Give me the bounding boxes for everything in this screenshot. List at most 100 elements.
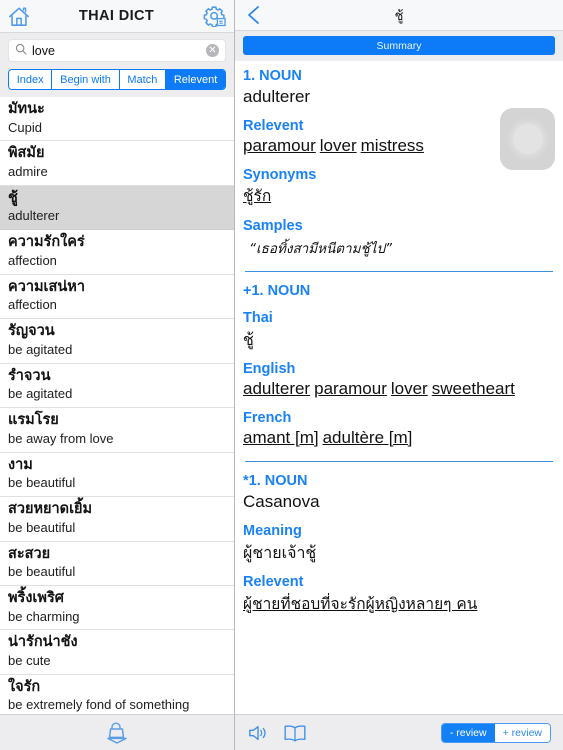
result-english-gloss: be extremely fond of something <box>8 697 190 713</box>
result-thai-word: สวยหยาดเยิ้ม <box>8 501 93 518</box>
entry-detail-pane: ชู้ Summary 1. NOUN adulterer Relevent para… <box>235 0 563 750</box>
entry-headword: Casanova <box>243 492 320 512</box>
segment-begin-with[interactable]: Begin with <box>52 70 120 89</box>
result-row[interactable]: แรมโรย be away from love <box>0 408 234 453</box>
result-row[interactable]: งาม be beautiful <box>0 452 234 498</box>
entry-title: ชู้ <box>394 8 404 24</box>
result-row[interactable]: ความเสน่หา affection <box>0 274 234 320</box>
result-english-gloss: be agitated <box>8 341 73 357</box>
result-thai-word: ความรักใคร่ <box>8 234 85 251</box>
entry-heading: 1. NOUN <box>243 68 302 84</box>
field-link[interactable]: sweetheart <box>432 379 515 398</box>
plus-review-button[interactable]: + review <box>494 723 550 742</box>
gear-icon[interactable] <box>203 5 226 27</box>
field-label: French <box>243 410 292 427</box>
result-thai-word: สะสวย <box>8 545 51 562</box>
result-row[interactable]: ใจรัก be extremely fond of something <box>0 674 234 714</box>
field-label: Meaning <box>243 523 302 540</box>
segment-match[interactable]: Match <box>119 70 167 89</box>
result-row[interactable]: รัญจวน be agitated <box>0 319 234 364</box>
assistive-touch-button[interactable] <box>500 108 555 170</box>
left-toolbar <box>0 714 234 750</box>
field-thai-link[interactable]: ชู้รัก <box>243 185 271 207</box>
result-row[interactable]: ชู้ adulterer <box>0 185 234 231</box>
app-root: THAI DICT love ✕ Index Begin with Match … <box>0 0 563 750</box>
book-icon[interactable] <box>283 723 307 743</box>
speaker-icon[interactable] <box>247 723 269 743</box>
result-english-gloss: affection <box>8 252 57 268</box>
result-english-gloss: Cupid <box>8 119 42 135</box>
page-title: THAI DICT <box>78 8 155 24</box>
search-bar[interactable]: ✕ <box>8 39 226 62</box>
entry-headword: adulterer <box>243 87 311 107</box>
field-thai-value: ผู้ชายเจ้าชู้ <box>243 543 317 563</box>
field-link[interactable]: paramour <box>314 379 387 398</box>
entry-divider <box>245 460 553 462</box>
result-thai-word: ชู้ <box>8 189 18 206</box>
result-row[interactable]: ความรักใคร่ affection <box>0 230 234 275</box>
result-english-gloss: be away from love <box>8 430 114 446</box>
clear-search-icon[interactable]: ✕ <box>206 44 219 57</box>
field-link[interactable]: amant [m] <box>243 428 319 447</box>
field-link[interactable]: adulterer <box>243 379 310 398</box>
result-row[interactable]: น่ารักน่าชัง be cute <box>0 630 234 675</box>
home-icon[interactable] <box>8 6 30 27</box>
dictionary-list-pane: THAI DICT love ✕ Index Begin with Match … <box>0 0 235 750</box>
result-thai-word: รำจวน <box>8 367 51 384</box>
field-thai-link-row: ชู้รัก <box>243 184 555 207</box>
result-row[interactable]: รำจวน be agitated <box>0 363 234 409</box>
field-label: Thai <box>243 309 273 326</box>
result-row[interactable]: สวยหยาดเยิ้ม be beautiful <box>0 497 234 542</box>
result-english-gloss: be cute <box>8 653 51 668</box>
search-zone: ✕ <box>0 33 234 69</box>
field-sample-sentence: “เธอทิ้งสามีหนีตามชู้ไป” <box>249 240 393 257</box>
field-link[interactable]: adultère [m] <box>323 428 413 447</box>
search-mode-segmented-control[interactable]: Index Begin with Match Relevent <box>8 69 226 90</box>
right-navigation-bar: ชู้ <box>235 0 563 31</box>
back-chevron-icon[interactable] <box>245 4 262 26</box>
field-label: Relevent <box>243 574 304 591</box>
assistive-touch-inner-circle <box>512 124 543 154</box>
segment-relevent[interactable]: Relevent <box>166 70 225 89</box>
search-results-list[interactable]: มัทนะ Cupid พิสมัย admire ชู้ adulterer ความรั… <box>0 97 234 714</box>
field-link[interactable]: lover <box>391 379 428 398</box>
shopping-bag-download-icon[interactable] <box>104 721 130 745</box>
toolbar-icon-group <box>247 723 307 743</box>
segment-index[interactable]: Index <box>9 70 53 89</box>
filter-segment-zone: Index Begin with Match Relevent <box>0 69 234 97</box>
result-english-gloss: be beautiful <box>8 519 76 535</box>
field-link[interactable]: paramour <box>243 136 316 155</box>
result-thai-word: ความเสน่หา <box>8 278 85 295</box>
result-english-gloss: be beautiful <box>8 564 76 580</box>
result-english-gloss: admire <box>8 164 48 180</box>
review-segmented-control[interactable]: - review + review <box>440 722 551 743</box>
result-row[interactable]: มัทนะ Cupid <box>0 97 234 142</box>
search-icon <box>15 42 27 60</box>
field-link[interactable]: lover <box>320 136 357 155</box>
result-row[interactable]: สะสวย be beautiful <box>0 541 234 586</box>
field-label: English <box>243 361 296 378</box>
result-thai-word: น่ารักน่าชัง <box>8 634 78 651</box>
result-thai-word: งาม <box>8 456 33 473</box>
result-thai-word: พิสมัย <box>8 145 45 162</box>
field-link-list: adulterer paramour lover sweetheart <box>243 379 555 400</box>
summary-zone: Summary <box>235 31 563 61</box>
left-navigation-bar: THAI DICT <box>0 0 234 33</box>
result-english-gloss: affection <box>8 297 57 313</box>
minus-review-button[interactable]: - review <box>441 723 495 742</box>
result-row[interactable]: พริ้งเพริศ be charming <box>0 585 234 631</box>
field-thai-link[interactable]: ผู้ชายที่ชอบที่จะรักผู้หญิงหลายๆ คน <box>243 593 477 615</box>
search-input[interactable] <box>32 43 206 58</box>
result-english-gloss: adulterer <box>8 208 60 224</box>
result-thai-word: ใจรัก <box>8 678 41 695</box>
result-thai-word: มัทนะ <box>8 101 45 117</box>
field-link-list: amant [m] adultère [m] <box>243 428 555 449</box>
result-english-gloss: be agitated <box>8 386 73 402</box>
result-row[interactable]: พิสมัย admire <box>0 141 234 186</box>
summary-button[interactable]: Summary <box>243 36 555 55</box>
right-toolbar: - review + review <box>235 714 563 750</box>
entry-heading: *1. NOUN <box>243 472 308 489</box>
field-link[interactable]: mistress <box>361 136 424 155</box>
result-thai-word: รัญจวน <box>8 323 55 340</box>
entry-divider <box>245 270 553 272</box>
